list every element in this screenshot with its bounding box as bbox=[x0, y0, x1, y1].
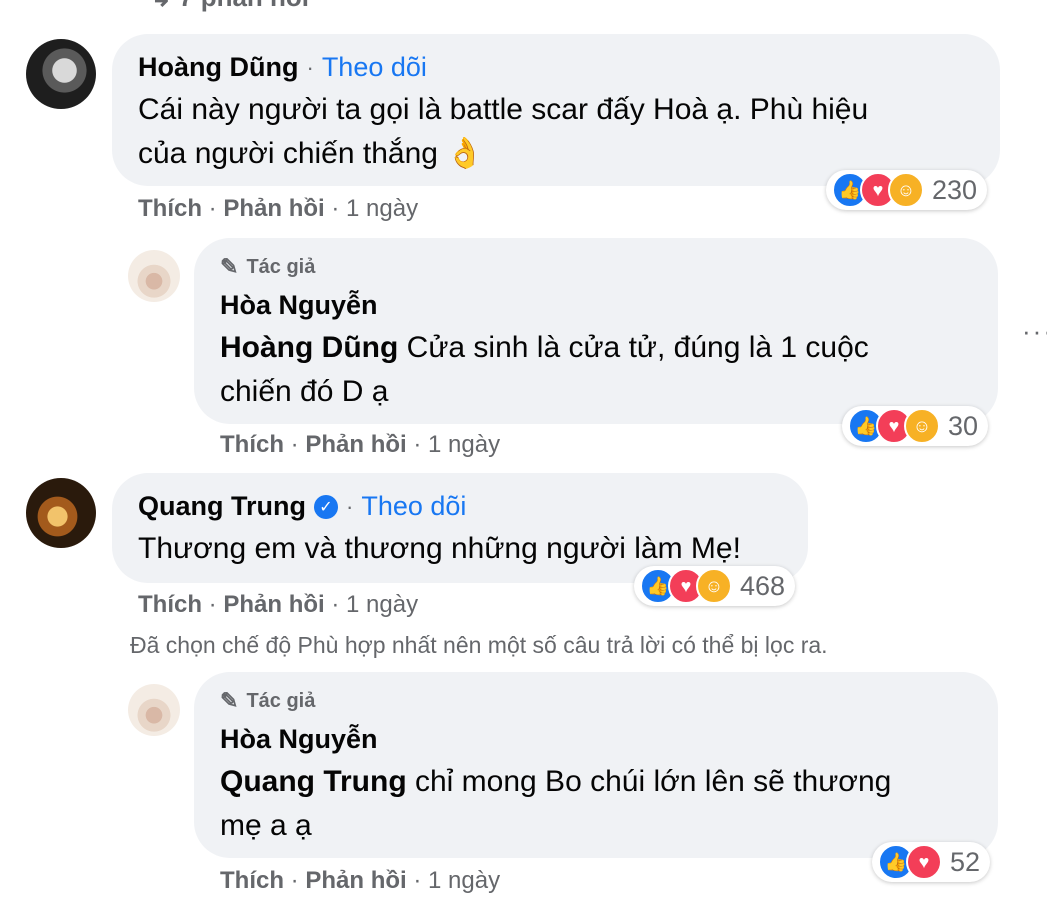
author-badge: Tác giả bbox=[246, 689, 316, 712]
mention-link[interactable]: Quang Trung bbox=[220, 765, 407, 798]
separator-dot: · bbox=[306, 54, 314, 80]
reaction-count: 468 bbox=[740, 570, 786, 601]
reaction-summary[interactable]: 👍 ♥ 52 bbox=[872, 842, 991, 882]
comment-text: Cửa sinh là cửa tử, đúng là 1 cuộc bbox=[398, 331, 869, 364]
reply-button[interactable]: Phản hồi bbox=[305, 431, 406, 458]
reaction-count: 52 bbox=[950, 846, 981, 877]
avatar[interactable] bbox=[26, 39, 96, 109]
author-badge: Tác giả bbox=[246, 255, 316, 278]
reaction-count: 30 bbox=[948, 410, 979, 441]
microphone-icon: ✎ bbox=[220, 254, 239, 279]
comment-bubble: ✎ Tác giả Hòa Nguyễn Quang Trung chỉ mon… bbox=[194, 672, 998, 858]
like-button[interactable]: Thích bbox=[138, 195, 202, 222]
comment-actions: Thích · Phản hồi · 1 ngày bbox=[138, 195, 419, 222]
comment-text: mẹ a ạ bbox=[220, 809, 312, 842]
reaction-count: 230 bbox=[932, 174, 978, 205]
timestamp[interactable]: 1 ngày bbox=[346, 195, 418, 222]
care-icon: ☺ bbox=[696, 568, 732, 604]
comment-author-name[interactable]: Quang Trung bbox=[138, 491, 306, 522]
separator-dot: · bbox=[346, 493, 354, 519]
comment-author-name[interactable]: Hòa Nguyễn bbox=[220, 724, 378, 755]
comment-author-name[interactable]: Hoàng Dũng bbox=[138, 52, 298, 83]
avatar[interactable] bbox=[128, 684, 180, 736]
timestamp[interactable]: 1 ngày bbox=[428, 431, 500, 458]
comment-text: Cái này người ta gọi là battle scar đấy … bbox=[138, 93, 869, 126]
reaction-summary[interactable]: 👍 ♥ ☺ 468 bbox=[634, 566, 796, 606]
comment-bubble: Hoàng Dũng · Theo dõi Cái này người ta g… bbox=[112, 34, 1000, 186]
timestamp[interactable]: 1 ngày bbox=[346, 591, 418, 618]
care-icon: ☺ bbox=[904, 408, 940, 444]
follow-button[interactable]: Theo dõi bbox=[322, 52, 427, 83]
care-icon: ☺ bbox=[888, 172, 924, 208]
timestamp[interactable]: 1 ngày bbox=[428, 867, 500, 894]
reply-button[interactable]: Phản hồi bbox=[305, 867, 406, 894]
like-button[interactable]: Thích bbox=[220, 431, 284, 458]
love-icon: ♥ bbox=[906, 844, 942, 880]
reply-button[interactable]: Phản hồi bbox=[223, 195, 324, 222]
comment-author-name[interactable]: Hòa Nguyễn bbox=[220, 290, 378, 321]
reply-button[interactable]: Phản hồi bbox=[223, 591, 324, 618]
like-button[interactable]: Thích bbox=[220, 867, 284, 894]
avatar[interactable] bbox=[26, 478, 96, 548]
more-options-icon[interactable]: ··· bbox=[1022, 316, 1047, 347]
follow-button[interactable]: Theo dõi bbox=[361, 491, 466, 522]
reaction-summary[interactable]: 👍 ♥ ☺ 230 bbox=[826, 170, 988, 210]
comment-actions: Thích · Phản hồi · 1 ngày bbox=[138, 591, 419, 618]
comment-text: Thương em và thương những người làm Mẹ! bbox=[138, 532, 741, 565]
filter-notice: Đã chọn chế độ Phù hợp nhất nên một số c… bbox=[130, 632, 828, 658]
verified-badge-icon: ✓ bbox=[314, 494, 338, 519]
comment-actions: Thích · Phản hồi · 1 ngày bbox=[220, 431, 501, 458]
reaction-summary[interactable]: 👍 ♥ ☺ 30 bbox=[842, 406, 989, 446]
comment-text: chỉ mong Bo chúi lớn lên sẽ thương bbox=[406, 765, 892, 798]
mention-link[interactable]: Hoàng Dũng bbox=[220, 331, 398, 364]
like-button[interactable]: Thích bbox=[138, 591, 202, 618]
microphone-icon: ✎ bbox=[220, 688, 239, 713]
view-replies-link[interactable]: ↳ 7 phản hồi bbox=[150, 0, 309, 13]
avatar[interactable] bbox=[128, 250, 180, 302]
comment-bubble: ✎ Tác giả Hòa Nguyễn Hoàng Dũng Cửa sinh… bbox=[194, 238, 998, 424]
comment-actions: Thích · Phản hồi · 1 ngày bbox=[220, 867, 501, 894]
